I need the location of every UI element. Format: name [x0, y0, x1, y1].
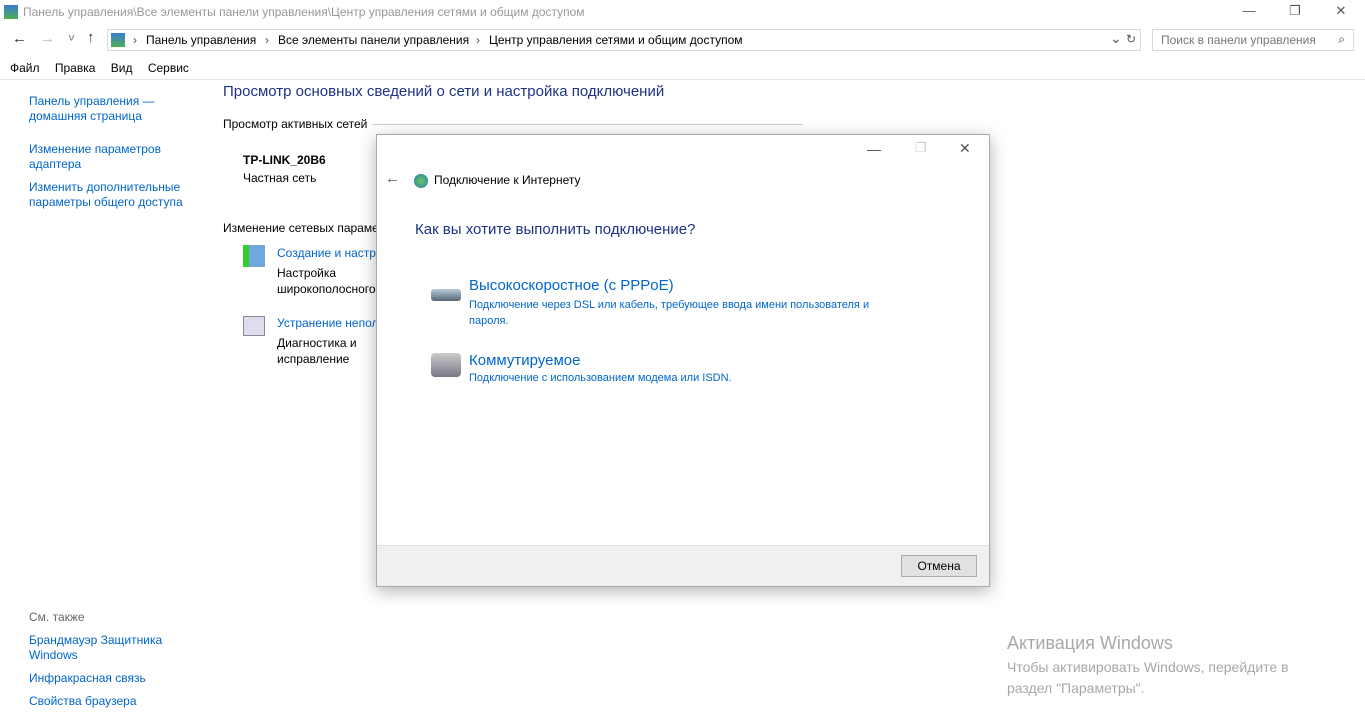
dialog-close-button[interactable]: ✕ [959, 140, 971, 157]
back-button[interactable]: ← [12, 30, 27, 47]
pppoe-desc: Подключение через DSL или кабель, требую… [469, 299, 870, 327]
breadcrumb-item[interactable]: Центр управления сетями и общим доступом [489, 33, 743, 47]
recent-locations-button[interactable]: ˅ [68, 31, 75, 45]
separator: › [133, 33, 137, 47]
dialog-question: Как вы хотите выполнить подключение? [415, 221, 696, 238]
separator: › [476, 33, 480, 47]
forward-button[interactable]: → [40, 30, 55, 47]
dialog-minimize-button[interactable]: — [867, 141, 881, 157]
see-also-label: См. также [29, 610, 85, 624]
see-also-infrared-link[interactable]: Инфракрасная связь [29, 671, 146, 686]
cancel-button[interactable]: Отмена [901, 555, 977, 577]
address-bar[interactable]: › Панель управления › Все элементы панел… [107, 29, 1141, 51]
new-connection-link[interactable]: Создание и настройка нового подключения … [277, 246, 376, 260]
up-button[interactable]: ↑ [87, 29, 95, 46]
sidebar-home-link[interactable]: Панель управления — домашняя страница [29, 94, 169, 124]
troubleshoot-desc: Диагностика и исправление сетевых пробле… [277, 336, 357, 366]
search-input[interactable]: Поиск в панели управления ⌕ [1152, 29, 1354, 51]
network-center-icon [111, 33, 125, 47]
window-title: Панель управления\Все элементы панели уп… [23, 5, 585, 19]
see-also-firewall-link[interactable]: Брандмауэр Защитника Windows [29, 633, 169, 663]
troubleshoot-link[interactable]: Устранение неполадок [277, 316, 376, 330]
minimize-button[interactable]: — [1226, 0, 1272, 26]
dialup-phone-icon [431, 353, 461, 377]
globe-icon [414, 174, 428, 188]
close-button[interactable]: ✕ [1318, 0, 1364, 26]
breadcrumb-item[interactable]: Панель управления [146, 33, 256, 47]
separator: › [265, 33, 269, 47]
search-placeholder: Поиск в панели управления [1161, 33, 1316, 47]
breadcrumb-item[interactable]: Все элементы панели управления [278, 33, 469, 47]
dialog-maximize-button[interactable]: ❐ [915, 140, 927, 156]
page-title: Просмотр основных сведений о сети и наст… [223, 83, 665, 100]
menu-view[interactable]: Вид [111, 61, 133, 75]
dialog-footer: Отмена [377, 545, 989, 586]
new-connection-icon [243, 245, 265, 267]
refresh-button[interactable]: ↻ [1126, 32, 1136, 46]
title-bar: Панель управления\Все элементы панели уп… [0, 0, 1365, 26]
activation-watermark-title: Активация Windows [1007, 633, 1173, 653]
menu-tools[interactable]: Сервис [148, 61, 189, 75]
divider [372, 124, 802, 125]
menu-file[interactable]: Файл [10, 61, 40, 75]
new-connection-desc: Настройка широкополосного, коммутируемог… [277, 266, 376, 296]
active-networks-label: Просмотр активных сетей [223, 117, 368, 131]
sidebar-sharing-settings-link[interactable]: Изменить дополнительные параметры общего… [29, 180, 194, 210]
connect-to-internet-dialog: — ❐ ✕ ← Подключение к Интернету Как вы х… [376, 134, 990, 587]
see-also-browser-link[interactable]: Свойства браузера [29, 694, 137, 709]
network-type: Частная сеть [243, 171, 317, 185]
change-settings-label: Изменение сетевых параметров [223, 221, 376, 235]
sidebar-adapter-settings-link[interactable]: Изменение параметров адаптера [29, 142, 169, 172]
troubleshoot-icon [243, 316, 265, 336]
network-center-icon [4, 5, 18, 19]
pppoe-option[interactable]: Высокоскоростное (с PPPoE) [469, 277, 674, 294]
dialup-option[interactable]: Коммутируемое [469, 352, 580, 369]
maximize-button[interactable]: ❐ [1272, 0, 1318, 26]
dialog-title: Подключение к Интернету [434, 173, 581, 187]
dialog-back-button[interactable]: ← [385, 170, 400, 187]
activation-watermark-text: Чтобы активировать Windows, перейдите в … [1007, 659, 1289, 696]
menu-bar: Файл Правка Вид Сервис [10, 61, 201, 75]
address-dropdown-button[interactable]: ⌄ [1110, 30, 1122, 47]
search-icon[interactable]: ⌕ [1338, 32, 1345, 47]
dialup-desc: Подключение с использованием модема или … [469, 372, 732, 384]
menu-edit[interactable]: Правка [55, 61, 96, 75]
network-name: TP-LINK_20B6 [243, 153, 326, 167]
divider [0, 79, 1365, 80]
broadband-modem-icon [431, 289, 461, 301]
